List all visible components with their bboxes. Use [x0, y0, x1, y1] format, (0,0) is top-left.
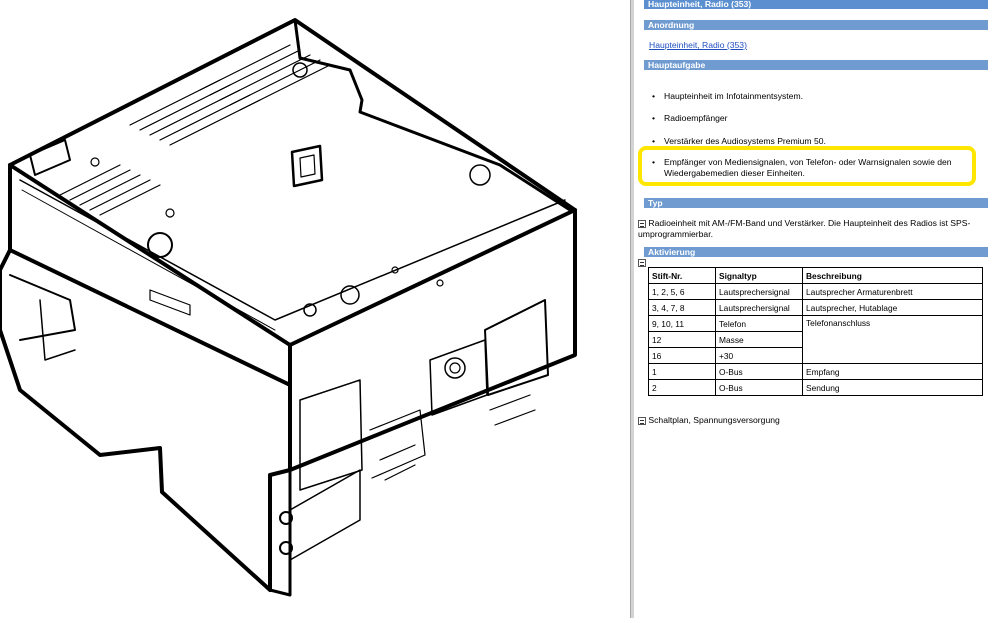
panel-title: Haupteinheit, Radio (353) — [644, 0, 988, 9]
typ-text: Radioeinheit mit AM-/FM-Band und Verstär… — [638, 218, 971, 239]
table-cell: Lautsprecher Armaturenbrett — [802, 283, 983, 300]
table-row: 2 O-Bus Sendung — [648, 379, 983, 396]
list-item-text: Radioempfänger — [664, 113, 728, 123]
table-header-row: Stift-Nr. Signaltyp Beschreibung — [648, 267, 983, 284]
aktivierung-icon-wrap — [638, 257, 646, 267]
table-cell: 2 — [648, 379, 716, 396]
table-row: 1 O-Bus Empfang — [648, 363, 983, 380]
section-header-typ: Typ — [644, 198, 988, 208]
pin-table: Stift-Nr. Signaltyp Beschreibung 1, 2, 5… — [648, 267, 983, 396]
table-cell: 3, 4, 7, 8 — [648, 299, 716, 316]
table-cell: O-Bus — [715, 379, 803, 396]
table-row: 1, 2, 5, 6 Lautsprechersignal Lautsprech… — [648, 283, 983, 300]
table-cell: Lautsprechersignal — [715, 283, 803, 300]
yellow-highlight-marker — [638, 146, 976, 186]
column-header: Stift-Nr. — [648, 267, 716, 284]
table-cell: 9, 10, 11 — [648, 315, 716, 332]
table-cell: 1, 2, 5, 6 — [648, 283, 716, 300]
info-panel: Haupteinheit, Radio (353) Anordnung Haup… — [634, 0, 1000, 618]
radio-unit-illustration — [0, 0, 630, 618]
section-header-aktivierung: Aktivierung — [644, 247, 988, 257]
table-cell: Lautsprechersignal — [715, 299, 803, 316]
table-cell: Masse — [715, 331, 803, 348]
footer-link-row: Schaltplan, Spannungsversorgung — [638, 415, 780, 426]
list-item-text: Haupteinheit im Infotainmentsystem. — [664, 91, 803, 101]
table-row: 9, 10, 11 Telefon Telefonanschluss — [648, 315, 983, 364]
table-cell: 12 — [648, 331, 716, 348]
table-cell: Empfang — [802, 363, 983, 380]
bullet-symbol: • — [652, 91, 656, 101]
table-cell: Lautsprecher, Hutablage — [802, 299, 983, 316]
typ-description: Radioeinheit mit AM-/FM-Band und Verstär… — [638, 218, 988, 240]
table-cell: Telefon — [715, 315, 803, 332]
column-header: Beschreibung — [802, 267, 983, 284]
table-cell: Sendung — [802, 379, 983, 396]
radio-unit-drawing — [0, 18, 577, 597]
column-header: Signaltyp — [715, 267, 803, 284]
table-cell: O-Bus — [715, 363, 803, 380]
footer-link-text[interactable]: Schaltplan, Spannungsversorgung — [648, 415, 779, 425]
document-link-icon[interactable] — [638, 258, 646, 267]
bullet-symbol: • — [652, 113, 656, 123]
section-header-hauptaufgabe: Hauptaufgabe — [644, 60, 988, 70]
table-row: 3, 4, 7, 8 Lautsprechersignal Lautsprech… — [648, 299, 983, 316]
table-cell: 16 — [648, 347, 716, 364]
table-cell: 1 — [648, 363, 716, 380]
table-cell: +30 — [715, 347, 803, 364]
anordnung-link[interactable]: Haupteinheit, Radio (353) — [649, 40, 747, 50]
table-cell: Telefonanschluss — [802, 315, 983, 364]
document-link-icon[interactable] — [638, 219, 646, 228]
section-header-anordnung: Anordnung — [644, 20, 988, 30]
document-link-icon[interactable] — [638, 416, 646, 425]
